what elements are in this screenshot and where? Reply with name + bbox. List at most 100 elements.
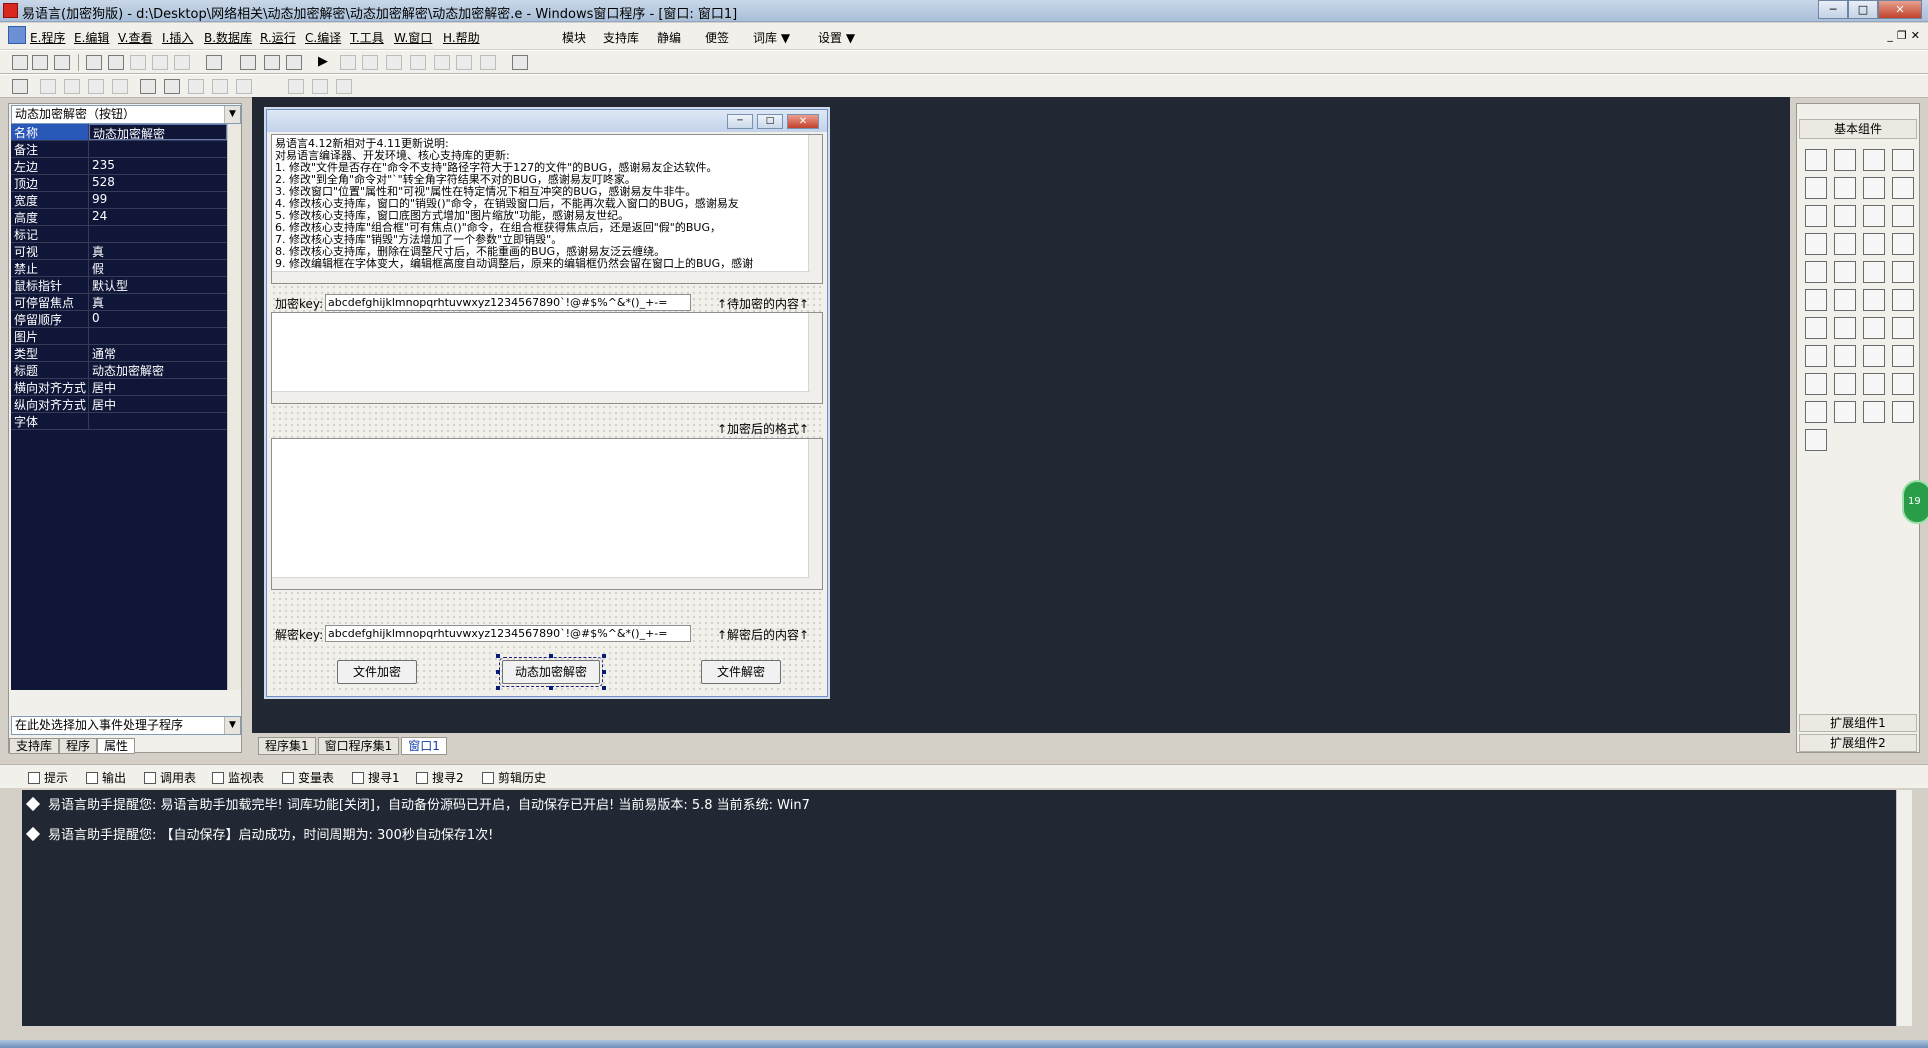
center-v-icon[interactable] bbox=[164, 79, 180, 94]
tab-window-1[interactable]: 窗口1 bbox=[401, 737, 447, 755]
selection-handle[interactable] bbox=[496, 670, 500, 674]
redo-icon[interactable] bbox=[174, 55, 190, 70]
plaintext-hscroll[interactable] bbox=[272, 391, 810, 403]
selection-handle[interactable] bbox=[496, 654, 500, 658]
close-button[interactable]: ✕ bbox=[1878, 0, 1922, 19]
tab-window-program-set-1[interactable]: 窗口程序集1 bbox=[317, 737, 400, 755]
component-tool-icon[interactable] bbox=[1892, 317, 1914, 339]
plaintext-edit[interactable] bbox=[271, 312, 823, 404]
component-tool-icon[interactable] bbox=[1834, 205, 1856, 227]
tab-call-stack[interactable]: 调用表 bbox=[144, 769, 196, 786]
output-scrollbar[interactable] bbox=[1896, 790, 1912, 1026]
form-maximize-icon[interactable]: □ bbox=[757, 114, 783, 129]
menu-tools[interactable]: T.工具 bbox=[350, 29, 384, 46]
tab-hints[interactable]: 提示 bbox=[28, 769, 68, 786]
component-tool-icon[interactable] bbox=[1805, 373, 1827, 395]
menu-support-lib[interactable]: 支持库 bbox=[603, 29, 639, 46]
menu-run[interactable]: R.运行 bbox=[260, 29, 296, 46]
plaintext-vscroll[interactable] bbox=[808, 313, 822, 403]
menu-help[interactable]: H.帮助 bbox=[443, 29, 480, 46]
component-tool-icon[interactable] bbox=[1863, 205, 1885, 227]
property-row[interactable]: 名称 动态加密解密 bbox=[11, 124, 227, 141]
property-value[interactable]: 24 bbox=[89, 209, 227, 225]
menu-module[interactable]: 模块 bbox=[562, 29, 586, 46]
menu-compile[interactable]: C.编译 bbox=[305, 29, 341, 46]
align-top-icon[interactable] bbox=[88, 79, 104, 94]
component-tool-icon[interactable] bbox=[1863, 345, 1885, 367]
selection-handle[interactable] bbox=[602, 654, 606, 658]
component-tool-icon[interactable] bbox=[1863, 317, 1885, 339]
event-select[interactable]: 在此处选择加入事件处理子程序 ▼ bbox=[11, 716, 241, 735]
selection-handle[interactable] bbox=[496, 686, 500, 690]
component-tool-icon[interactable] bbox=[1863, 177, 1885, 199]
component-tool-icon[interactable] bbox=[1863, 149, 1885, 171]
output-area[interactable]: 易语言助手提醒您: 易语言助手加载完毕! 词库功能[关闭]，自动备份源码已开启，… bbox=[22, 790, 1896, 1026]
notes-vscroll[interactable] bbox=[808, 135, 822, 283]
notes-hscroll[interactable] bbox=[272, 271, 810, 283]
update-notes-edit[interactable]: 易语言4.12新相对于4.11更新说明: 对易语言编译器、开发环境、核心支持库的… bbox=[271, 134, 823, 284]
tab-properties[interactable]: 属性 bbox=[97, 738, 136, 754]
new-file-icon[interactable] bbox=[12, 55, 28, 70]
component-tool-icon[interactable] bbox=[1834, 261, 1856, 283]
property-row[interactable]: 停留顺序 0 bbox=[11, 311, 227, 328]
chevron-down-icon[interactable]: ▼ bbox=[224, 106, 240, 123]
component-tool-icon[interactable] bbox=[1892, 345, 1914, 367]
property-row[interactable]: 标题 动态加密解密 bbox=[11, 362, 227, 379]
layout2-icon[interactable] bbox=[264, 55, 280, 70]
encrypt-key-input[interactable]: abcdefghijklmnopqrhtuvwxyz1234567890`!@#… bbox=[325, 294, 691, 311]
grid-icon[interactable] bbox=[12, 79, 28, 94]
component-tool-icon[interactable] bbox=[1863, 261, 1885, 283]
mdi-minimize-button[interactable]: _ bbox=[1887, 29, 1893, 42]
extended-components-1[interactable]: 扩展组件1 bbox=[1799, 714, 1917, 732]
component-tool-icon[interactable] bbox=[1834, 289, 1856, 311]
app-menu-icon[interactable] bbox=[8, 26, 26, 44]
property-value[interactable]: 居中 bbox=[89, 396, 227, 412]
component-tool-icon[interactable] bbox=[1834, 345, 1856, 367]
property-value[interactable]: 居中 bbox=[89, 379, 227, 395]
binoculars-icon[interactable] bbox=[512, 55, 528, 70]
tab-clip-history[interactable]: 剪辑历史 bbox=[482, 769, 546, 786]
property-row[interactable]: 左边 235 bbox=[11, 158, 227, 175]
copy-icon[interactable] bbox=[108, 55, 124, 70]
maximize-button[interactable]: □ bbox=[1848, 0, 1878, 19]
component-tool-icon[interactable] bbox=[1892, 177, 1914, 199]
menu-database[interactable]: B.数据库 bbox=[204, 29, 252, 46]
component-tool-icon[interactable] bbox=[1863, 373, 1885, 395]
property-value[interactable] bbox=[89, 141, 227, 157]
breakpoint-icon[interactable] bbox=[456, 55, 472, 70]
menu-static-compile[interactable]: 静编 bbox=[657, 29, 681, 46]
align-right-icon[interactable] bbox=[64, 79, 80, 94]
property-value[interactable]: 真 bbox=[89, 243, 227, 259]
property-row[interactable]: 顶边 528 bbox=[11, 175, 227, 192]
component-tool-icon[interactable] bbox=[1892, 205, 1914, 227]
property-value[interactable] bbox=[89, 226, 227, 242]
center-form-icon[interactable] bbox=[336, 79, 352, 94]
menu-lexicon[interactable]: 词库 ▼ bbox=[753, 29, 790, 46]
basic-components-header[interactable]: 基本组件 bbox=[1799, 119, 1917, 139]
menu-program[interactable]: E.程序 bbox=[30, 29, 65, 46]
menu-notes[interactable]: 便签 bbox=[705, 29, 729, 46]
menu-window[interactable]: W.窗口 bbox=[394, 29, 432, 46]
property-value[interactable]: 动态加密解密 bbox=[89, 362, 227, 378]
dynamic-encrypt-decrypt-button[interactable]: 动态加密解密 bbox=[499, 657, 603, 687]
form-window-1[interactable]: ─ □ ✕ 易语言4.12新相对于4.11更新说明: 对易语言编译器、开发环境、… bbox=[266, 109, 828, 697]
property-value[interactable]: 假 bbox=[89, 260, 227, 276]
component-tool-icon[interactable] bbox=[1892, 289, 1914, 311]
component-tool-icon[interactable] bbox=[1892, 373, 1914, 395]
selection-handle[interactable] bbox=[549, 686, 553, 690]
property-row[interactable]: 高度 24 bbox=[11, 209, 227, 226]
component-tool-icon[interactable] bbox=[1834, 177, 1856, 199]
chevron-down-icon[interactable]: ▼ bbox=[224, 717, 240, 734]
run-icon[interactable]: ▶ bbox=[318, 55, 334, 70]
ciphertext-edit[interactable] bbox=[271, 438, 823, 590]
property-value[interactable]: 通常 bbox=[89, 345, 227, 361]
same-height-icon[interactable] bbox=[212, 79, 228, 94]
menu-insert[interactable]: I.插入 bbox=[162, 29, 193, 46]
align-left-icon[interactable] bbox=[40, 79, 56, 94]
cut-icon[interactable] bbox=[86, 55, 102, 70]
open-file-icon[interactable] bbox=[32, 55, 48, 70]
property-value[interactable] bbox=[89, 328, 227, 344]
component-tool-icon[interactable] bbox=[1805, 261, 1827, 283]
component-tool-icon[interactable] bbox=[1805, 317, 1827, 339]
property-value[interactable]: 默认型 bbox=[89, 277, 227, 293]
